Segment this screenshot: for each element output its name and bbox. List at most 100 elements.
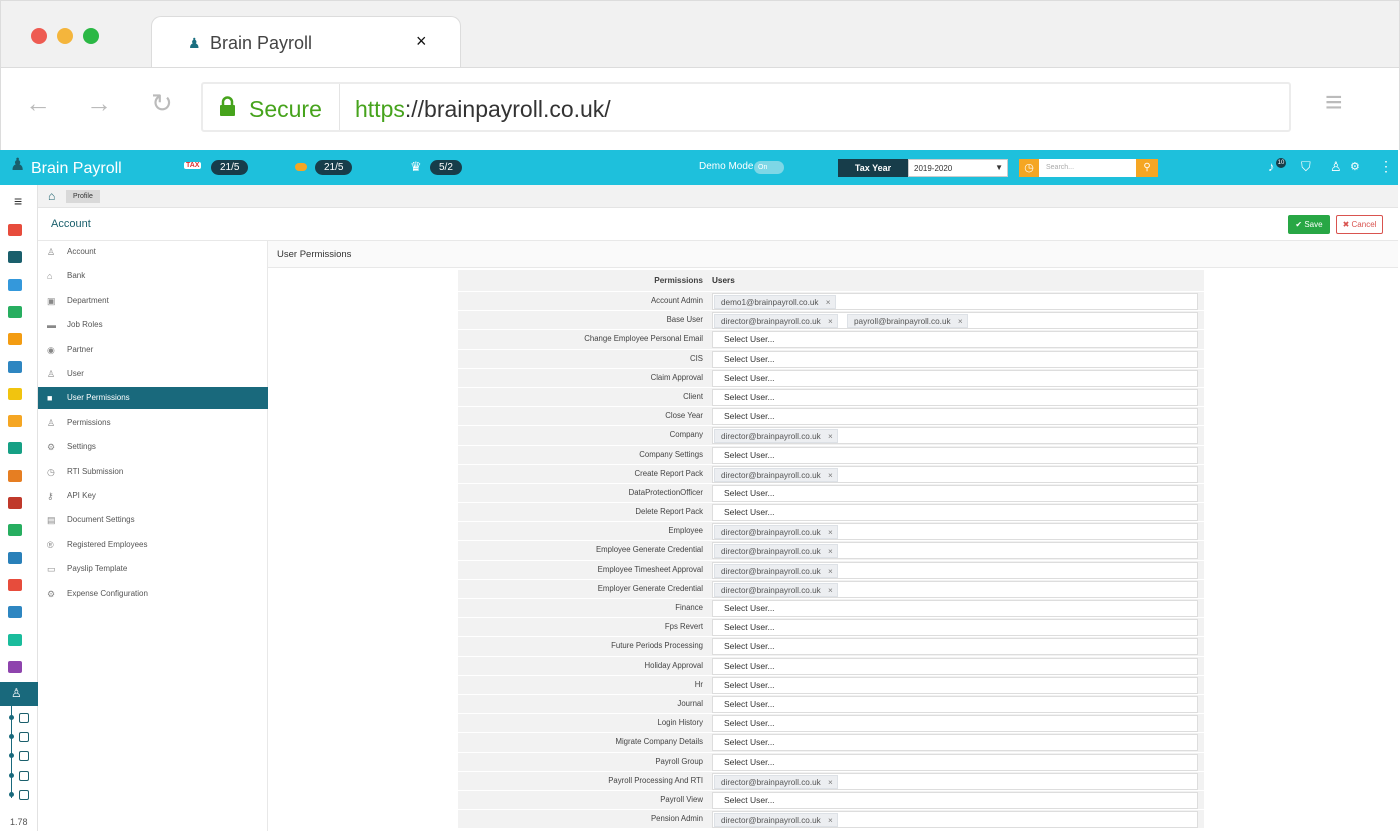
user-tag[interactable]: director@brainpayroll.co.uk × (714, 314, 838, 329)
user-tag[interactable]: director@brainpayroll.co.uk × (714, 582, 838, 598)
submodule-icon[interactable] (19, 713, 29, 723)
user-select[interactable]: Select User... (712, 600, 1198, 617)
module-icon[interactable] (8, 333, 22, 346)
user-select[interactable]: Select User... (712, 331, 1198, 349)
user-select[interactable]: Select User... (712, 676, 1198, 694)
remove-tag-icon[interactable]: × (828, 315, 833, 329)
tab-close-icon[interactable]: × (416, 31, 427, 52)
submenu-item[interactable]: ▭ Payslip Template (38, 558, 268, 580)
shield-icon[interactable]: ⛉ (1301, 159, 1311, 175)
cancel-button[interactable]: ✖ Cancel (1336, 215, 1383, 234)
hamburger-icon[interactable]: ≡ (14, 193, 22, 209)
remove-tag-icon[interactable]: × (958, 315, 963, 329)
user-tag[interactable]: director@brainpayroll.co.uk × (714, 525, 838, 540)
module-user-active[interactable]: ♙ (0, 682, 38, 706)
breadcrumb-profile[interactable]: Profile (66, 190, 100, 203)
user-select[interactable]: Select User... (712, 753, 1198, 771)
module-icon[interactable] (8, 660, 22, 673)
bell-icon[interactable]: ♪ (1268, 159, 1275, 174)
user-select[interactable]: director@brainpayroll.co.uk × (712, 772, 1198, 790)
remove-tag-icon[interactable]: × (826, 296, 831, 310)
user-select[interactable]: Select User... (712, 619, 1198, 637)
user-tag[interactable]: demo1@brainpayroll.co.uk × (714, 295, 836, 309)
module-icon[interactable] (8, 497, 22, 509)
clock-icon[interactable]: ◷ (1019, 159, 1039, 177)
module-icon[interactable] (8, 305, 22, 318)
user-select[interactable]: Select User... (712, 638, 1198, 656)
submenu-item[interactable]: ⚙ Expense Configuration (38, 583, 268, 605)
submenu-item[interactable]: ◉ Partner (38, 339, 268, 361)
user-select[interactable]: Select User... (712, 791, 1198, 809)
user-select[interactable]: director@brainpayroll.co.uk × (712, 523, 1198, 541)
module-icon[interactable] (8, 551, 22, 564)
submenu-item[interactable]: ♙ Account (38, 241, 268, 263)
remove-tag-icon[interactable]: × (828, 430, 833, 444)
remove-tag-icon[interactable]: × (828, 814, 833, 828)
module-icon[interactable] (8, 442, 22, 455)
maximize-window-button[interactable] (83, 28, 99, 44)
submenu-item[interactable]: ⚷ API Key (38, 485, 268, 507)
submenu-item[interactable]: ▬ Job Roles (38, 314, 268, 336)
user-select[interactable]: Select User... (712, 408, 1198, 426)
user-select[interactable]: Select User... (712, 734, 1198, 752)
user-select[interactable]: director@brainpayroll.co.uk × (712, 427, 1198, 445)
submenu-item[interactable]: ◷ RTI Submission (38, 461, 268, 483)
user-select[interactable]: Select User... (712, 504, 1198, 522)
browser-tab[interactable]: ♟ Brain Payroll × (151, 16, 461, 68)
user-select[interactable]: Select User... (712, 388, 1198, 406)
search-input[interactable]: Search... (1039, 159, 1136, 177)
user-tag[interactable]: payroll@brainpayroll.co.uk × (847, 314, 968, 329)
user-tag[interactable]: director@brainpayroll.co.uk × (714, 429, 838, 444)
minimize-window-button[interactable] (57, 28, 73, 44)
remove-tag-icon[interactable]: × (828, 584, 833, 598)
module-icon[interactable] (8, 469, 22, 482)
submenu-item[interactable]: ♙ Permissions (38, 412, 268, 434)
user-select[interactable]: Select User... (712, 695, 1198, 713)
pill-counter[interactable]: 21/5 (315, 160, 353, 175)
user-select[interactable]: director@brainpayroll.co.uk × payroll@brai… (712, 312, 1198, 330)
user-select[interactable]: Select User... (712, 657, 1198, 675)
user-icon[interactable]: ♙ (1330, 159, 1342, 175)
user-select[interactable]: Select User... (712, 484, 1198, 502)
user-select[interactable]: Select User... (712, 446, 1198, 464)
home-icon[interactable]: ⌂ (48, 189, 55, 203)
module-icon[interactable] (8, 415, 22, 428)
module-icon[interactable] (8, 360, 22, 373)
user-select[interactable]: Select User... (712, 369, 1198, 387)
user-select[interactable]: Select User... (712, 350, 1198, 368)
submenu-item[interactable]: ® Registered Employees (38, 534, 268, 556)
submenu-item[interactable]: ■ User Permissions (38, 387, 268, 410)
user-select[interactable]: director@brainpayroll.co.uk × (712, 465, 1198, 483)
user-tag[interactable]: director@brainpayroll.co.uk × (714, 544, 838, 559)
module-icon[interactable] (8, 387, 22, 400)
submodule-icon[interactable] (19, 770, 29, 781)
back-icon[interactable]: ← (25, 88, 51, 119)
search-icon[interactable]: ⚲ (1136, 159, 1158, 177)
close-window-button[interactable] (31, 28, 47, 44)
tax-counter[interactable]: 21/5 (211, 160, 249, 175)
settings-icon[interactable]: ⚙ (1350, 160, 1360, 173)
user-tag[interactable]: director@brainpayroll.co.uk × (714, 467, 838, 482)
remove-tag-icon[interactable]: × (828, 545, 833, 559)
user-select[interactable]: director@brainpayroll.co.uk × (712, 561, 1198, 579)
submenu-item[interactable]: ♙ User (38, 363, 268, 385)
user-select[interactable]: Select User... (712, 715, 1198, 733)
submodule-icon[interactable] (19, 789, 29, 800)
module-icon[interactable] (8, 606, 22, 619)
user-select[interactable]: director@brainpayroll.co.uk × (712, 542, 1198, 560)
address-bar[interactable]: Secure https://brainpayroll.co.uk/ (201, 82, 1291, 132)
user-tag[interactable]: director@brainpayroll.co.uk × (714, 813, 838, 828)
user-select[interactable]: director@brainpayroll.co.uk × (712, 811, 1198, 829)
submodule-icon[interactable] (19, 732, 29, 743)
browser-menu-icon[interactable]: ≡ (1325, 86, 1343, 120)
submenu-item[interactable]: ⚙ Settings (38, 436, 268, 458)
demo-mode-toggle[interactable]: On (754, 161, 784, 174)
save-button[interactable]: ✔ Save (1288, 215, 1330, 234)
module-icon[interactable] (8, 278, 22, 291)
module-icon[interactable] (8, 224, 22, 236)
remove-tag-icon[interactable]: × (828, 776, 833, 790)
submenu-item[interactable]: ▣ Department (38, 290, 268, 312)
more-vertical-icon[interactable]: ⋮ (1379, 158, 1393, 175)
remove-tag-icon[interactable]: × (828, 526, 833, 540)
user-tag[interactable]: director@brainpayroll.co.uk × (714, 563, 838, 578)
